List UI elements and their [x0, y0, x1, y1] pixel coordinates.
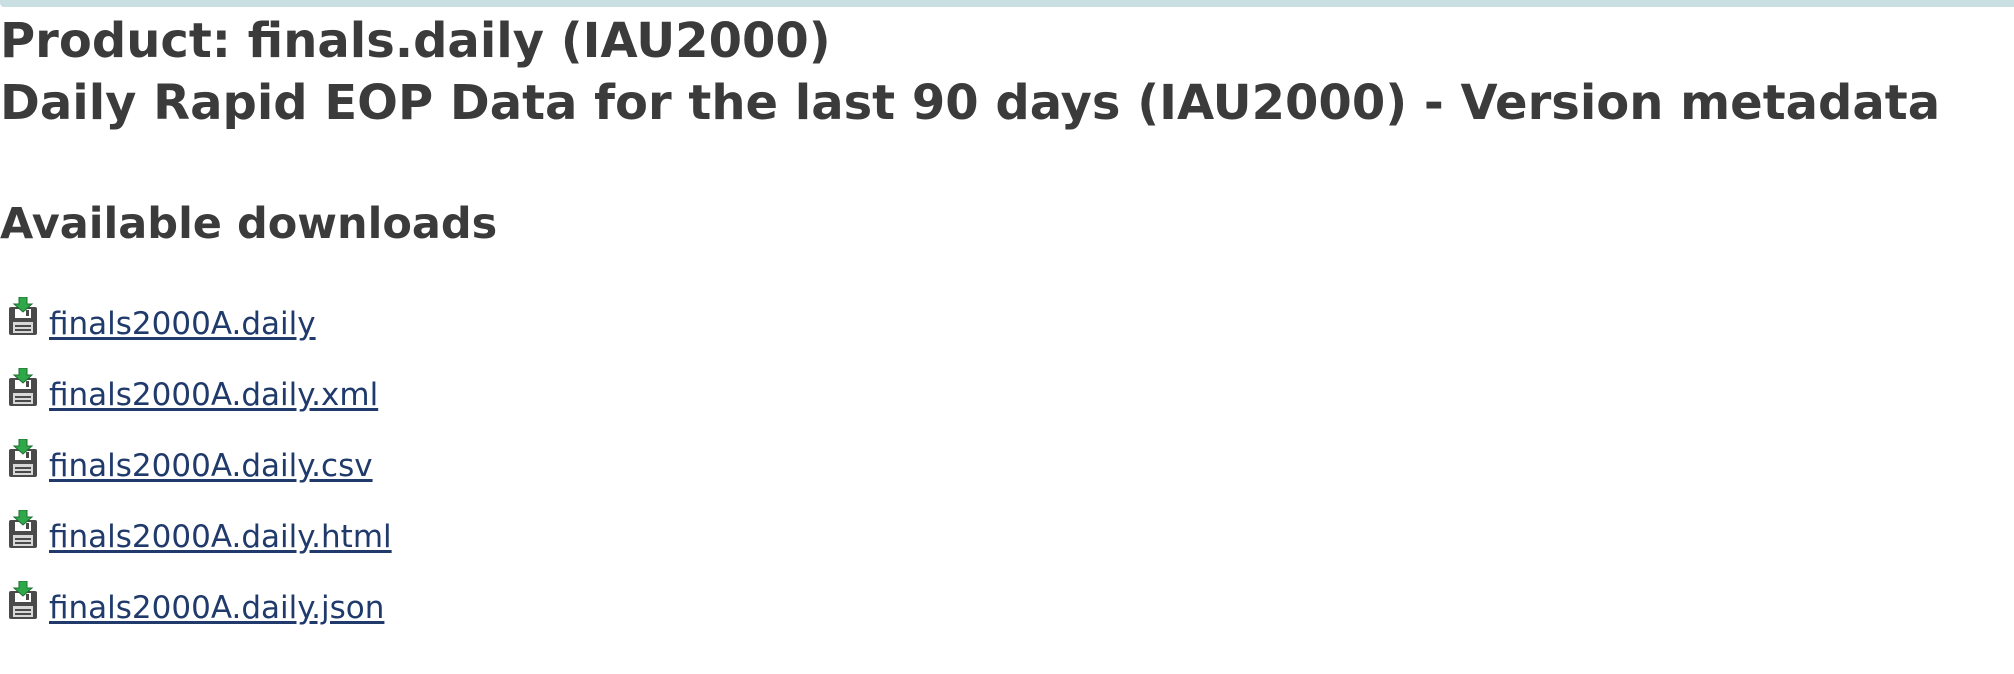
download-link[interactable]: finals2000A.daily.xml [49, 375, 378, 415]
download-link[interactable]: finals2000A.daily.json [49, 588, 384, 628]
top-border-bar [0, 0, 2014, 7]
download-link[interactable]: finals2000A.daily.html [49, 517, 392, 557]
product-title: Product: finals.daily (IAU2000) [0, 13, 831, 69]
floppy-download-icon [9, 510, 37, 548]
download-link[interactable]: finals2000A.daily [49, 304, 316, 344]
product-description: Daily Rapid EOP Data for the last 90 day… [0, 75, 1941, 131]
floppy-download-icon [9, 439, 37, 477]
floppy-download-icon [9, 368, 37, 406]
download-link[interactable]: finals2000A.daily.csv [49, 446, 373, 486]
floppy-download-icon [9, 297, 37, 335]
downloads-heading: Available downloads [0, 199, 498, 249]
floppy-download-icon [9, 581, 37, 619]
page-title: Product: finals.daily (IAU2000) Daily Ra… [0, 10, 1940, 134]
